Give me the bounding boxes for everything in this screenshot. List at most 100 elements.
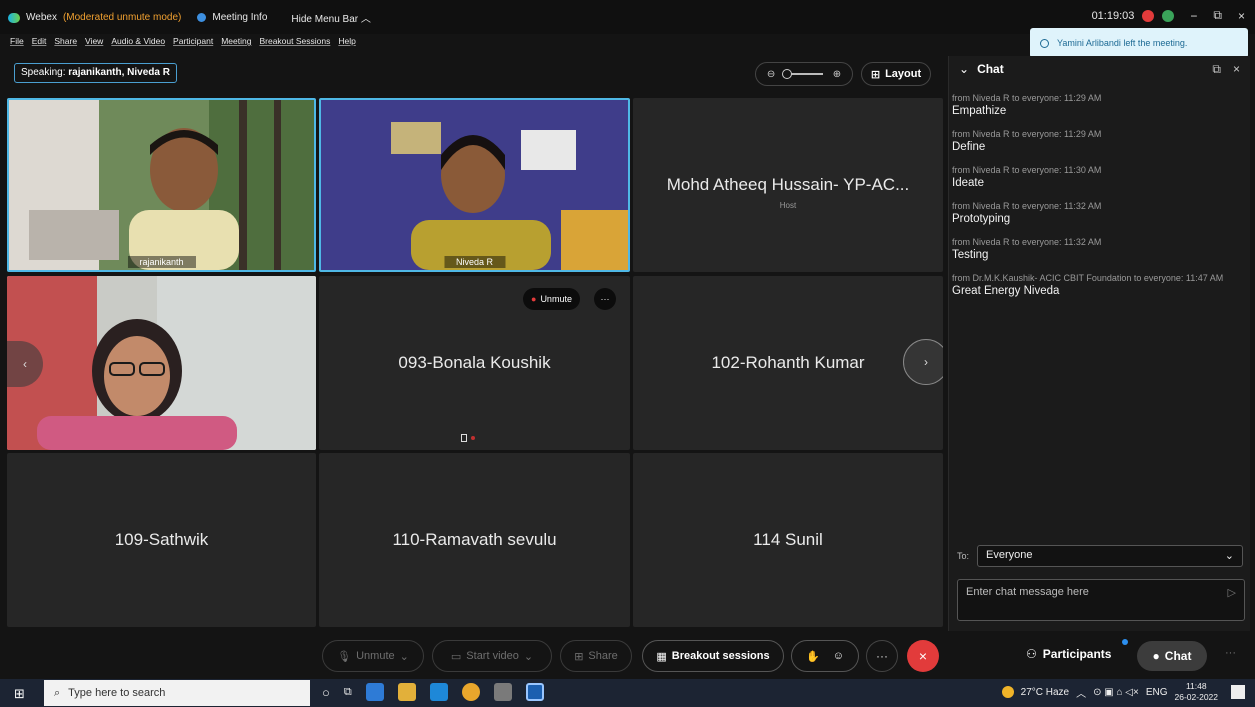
- chat-header: ⌄ Chat ⧉ ×: [949, 56, 1250, 82]
- chat-message: from Niveda R to everyone: 11:30 AM Idea…: [949, 164, 1250, 191]
- chat-title: Chat: [977, 62, 1004, 76]
- menu-share[interactable]: Share: [54, 36, 77, 46]
- cortana-icon[interactable]: ○: [322, 685, 330, 700]
- restore-button[interactable]: ⧉: [1213, 8, 1222, 23]
- participant-name: 110-Ramavath sevulu: [392, 530, 557, 549]
- participant-name: 102-Rohanth Kumar: [711, 353, 865, 372]
- menu-file[interactable]: File: [10, 36, 24, 46]
- meeting-info-icon[interactable]: [197, 13, 207, 22]
- chevron-down-icon[interactable]: ⌄: [959, 62, 969, 76]
- video-tile-bonala-koushik[interactable]: 093-Bonala Koushik ● Unmute ···: [319, 276, 630, 450]
- zoom-out-icon[interactable]: ⊖: [767, 69, 775, 80]
- host-label: Host: [779, 201, 797, 210]
- chevron-up-icon[interactable]: ︿: [1076, 685, 1086, 700]
- unmute-label: Unmute: [356, 650, 395, 662]
- muted-indicator-icon: [471, 436, 475, 440]
- close-icon: ×: [918, 648, 928, 664]
- zoom-slider[interactable]: [781, 69, 823, 79]
- chat-message-text: Empathize: [952, 105, 1007, 117]
- recipient-select[interactable]: Everyone ⌄: [977, 545, 1244, 567]
- participant-name: 093-Bonala Koushik: [398, 353, 551, 372]
- video-tile-ramavath-sevulu[interactable]: 110-Ramavath sevulu: [319, 453, 630, 627]
- close-button[interactable]: ×: [1238, 9, 1245, 23]
- video-off-icon: ▭: [450, 650, 462, 663]
- video-tile-niveda[interactable]: Niveda R: [319, 98, 630, 272]
- video-tile-sathwik[interactable]: 109-Sathwik: [7, 453, 316, 627]
- menu-help[interactable]: Help: [338, 36, 355, 46]
- zoom-in-icon[interactable]: ⊕: [833, 69, 841, 80]
- menu-audio-video[interactable]: Audio & Video: [111, 36, 165, 46]
- clock-time: 11:48: [1185, 681, 1207, 691]
- unmute-button[interactable]: 🎙 Unmute ⌄: [322, 640, 424, 672]
- chat-message-text: Define: [952, 141, 986, 153]
- minimize-button[interactable]: −: [1190, 9, 1197, 23]
- send-icon[interactable]: ▷: [1228, 586, 1236, 599]
- menu-edit[interactable]: Edit: [32, 36, 47, 46]
- meeting-controls: 🎙 Unmute ⌄ ▭ Start video ⌄ ⊞ Share ▦ Bre…: [0, 633, 1255, 679]
- speaking-indicator: Speaking: rajanikanth, Niveda R: [14, 63, 177, 83]
- participants-label: Participants: [1042, 647, 1112, 661]
- video-tile-sunil[interactable]: 114 Sunil: [633, 453, 943, 627]
- chrome-icon[interactable]: [461, 683, 480, 701]
- windows-taskbar: ⊞ ⌕ Type here to search ○ ⧉ 27°C Haze ︿ …: [0, 679, 1255, 707]
- chat-message: from Dr.M.K.Kaushik- ACIC CBIT Foundatio…: [949, 272, 1239, 299]
- menu-bar: File Edit Share View Audio & Video Parti…: [10, 36, 356, 46]
- close-chat-icon[interactable]: ×: [1233, 62, 1240, 77]
- menu-breakout-sessions[interactable]: Breakout Sessions: [259, 36, 330, 46]
- mail-icon[interactable]: [429, 683, 448, 701]
- windows-start-icon[interactable]: ⊞: [14, 686, 25, 702]
- chat-button-label: Chat: [1164, 649, 1192, 663]
- menu-view[interactable]: View: [85, 36, 103, 46]
- task-view-icon[interactable]: ⧉: [344, 686, 352, 699]
- menu-participant[interactable]: Participant: [173, 36, 213, 46]
- popout-icon[interactable]: ⧉: [1212, 62, 1221, 77]
- layout-button[interactable]: ⊞ Layout: [861, 62, 931, 86]
- leave-meeting-button[interactable]: ×: [907, 640, 939, 672]
- taskbar-search[interactable]: ⌕ Type here to search: [44, 680, 310, 706]
- participants-button[interactable]: ⚇ Participants: [1026, 647, 1111, 661]
- reactions-icon[interactable]: ☺: [833, 650, 844, 662]
- meeting-info-button[interactable]: Meeting Info: [212, 12, 267, 23]
- hide-menu-bar-button[interactable]: Hide Menu Bar ︿: [291, 10, 370, 25]
- speaking-names: rajanikanth, Niveda R: [68, 67, 170, 78]
- taskbar-search-placeholder: Type here to search: [68, 687, 166, 699]
- unmute-label: Unmute: [540, 294, 572, 304]
- device-icon: [461, 434, 467, 442]
- language-indicator[interactable]: ENG: [1146, 687, 1168, 698]
- share-button[interactable]: ⊞ Share: [560, 640, 632, 672]
- video-tile-headset-participant[interactable]: ‹: [7, 276, 316, 450]
- store-icon[interactable]: [397, 683, 416, 701]
- notification-center-icon[interactable]: [1231, 685, 1245, 699]
- start-video-button[interactable]: ▭ Start video ⌄: [432, 640, 552, 672]
- more-button[interactable]: ···: [866, 640, 898, 672]
- more-options-button[interactable]: ···: [594, 288, 616, 310]
- next-page-button[interactable]: ›: [903, 339, 943, 385]
- zoom-control[interactable]: ⊖ ⊕: [755, 62, 853, 86]
- start-video-label: Start video: [466, 650, 519, 662]
- video-tile-rohanth-kumar[interactable]: 102-Rohanth Kumar ›: [633, 276, 943, 450]
- overflow-icon[interactable]: ···: [1225, 647, 1236, 659]
- weather-text[interactable]: 27°C Haze: [1021, 687, 1069, 698]
- ellipsis-icon: ···: [600, 294, 610, 304]
- clock[interactable]: 11:48 26-02-2022: [1175, 681, 1218, 703]
- taskbar-apps: ○ ⧉: [322, 683, 544, 701]
- file-explorer-icon[interactable]: [365, 683, 384, 701]
- chat-button[interactable]: ● Chat: [1137, 641, 1207, 671]
- video-tile-rajanikanth[interactable]: rajanikanth: [7, 98, 316, 272]
- raise-hand-icon[interactable]: ✋: [806, 650, 820, 663]
- menu-meeting[interactable]: Meeting: [221, 36, 251, 46]
- notification-dot-icon: [1122, 639, 1128, 645]
- webex-taskbar-icon[interactable]: [525, 683, 544, 701]
- notification-text: Yamini Arlibandi left the meeting.: [1057, 38, 1188, 48]
- share-icon: ⊞: [574, 650, 584, 663]
- chat-message-input[interactable]: Enter chat message here ▷: [957, 579, 1245, 621]
- app-icon[interactable]: [493, 683, 512, 701]
- chevron-right-icon: ›: [924, 355, 928, 369]
- breakout-label: Breakout sessions: [671, 650, 770, 662]
- notification-toast: Yamini Arlibandi left the meeting.: [1030, 28, 1248, 58]
- video-tile-mohd-atheeq[interactable]: Mohd Atheeq Hussain- YP-AC... Host: [633, 98, 943, 272]
- raise-hand-reactions-group[interactable]: ✋ ☺: [791, 640, 859, 672]
- tray-icons[interactable]: ⊙ ▣ ⌂ ◁×: [1093, 687, 1139, 698]
- breakout-sessions-button[interactable]: ▦ Breakout sessions: [642, 640, 784, 672]
- unmute-participant-button[interactable]: ● Unmute: [523, 288, 580, 310]
